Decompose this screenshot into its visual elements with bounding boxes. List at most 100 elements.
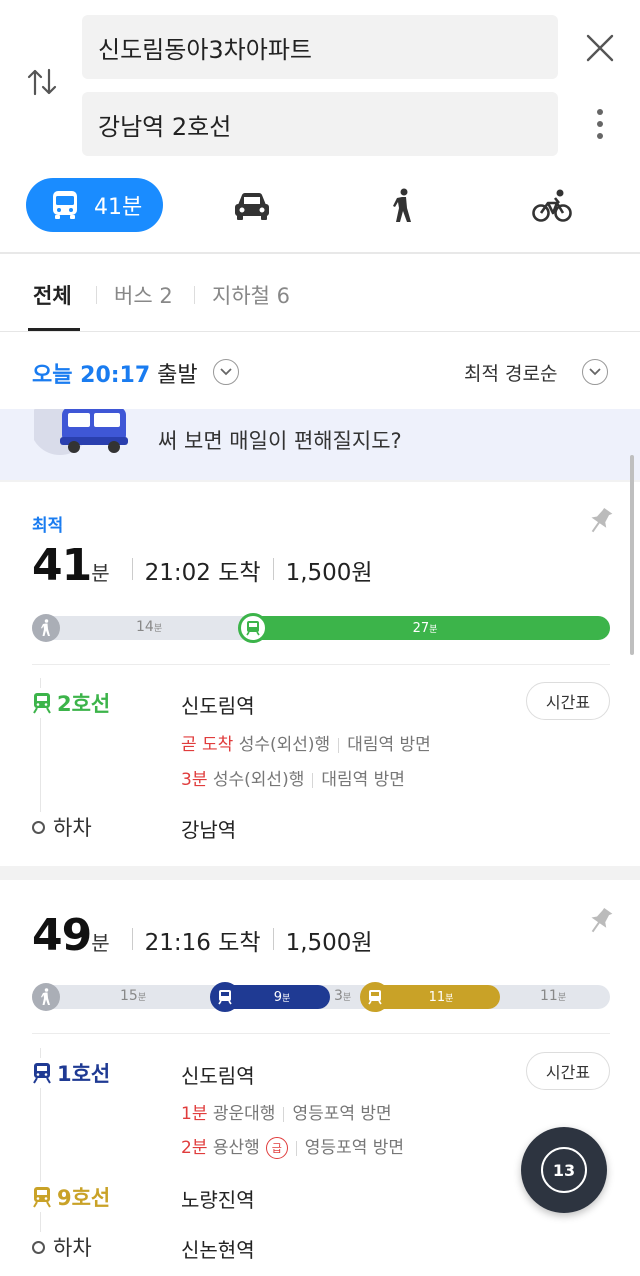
total-minutes: 49	[32, 910, 92, 961]
close-button[interactable]	[580, 28, 620, 68]
swap-locations-button[interactable]	[20, 60, 64, 104]
direction: 용산행	[212, 1138, 260, 1158]
walk-duration: 14분	[136, 619, 163, 635]
route-summary: 49 분 21:16 도착 1,500원	[32, 910, 373, 961]
line-name: 9호선	[57, 1186, 111, 1210]
tab-all[interactable]: 전체	[33, 280, 72, 310]
departure-options: 오늘 20:17 출발 최적 경로순	[0, 333, 640, 409]
segment-duration: 27분	[412, 620, 438, 636]
towards: 영등포역 방면	[292, 1104, 392, 1124]
timetable-button[interactable]: 시간표	[526, 682, 610, 720]
departure-suffix: 출발	[157, 363, 198, 388]
eta: 2분	[181, 1138, 208, 1158]
alight-label: 하차	[53, 816, 92, 840]
line-name: 2호선	[57, 692, 111, 716]
arrival-time: 21:02 도착	[144, 560, 261, 586]
destination-field[interactable]: 강남역 2호선	[82, 92, 558, 156]
eta: 1분	[181, 1104, 208, 1124]
section-divider	[0, 866, 640, 880]
minutes-unit: 분	[91, 561, 110, 585]
origin-field[interactable]: 신도림동아3차아파트	[82, 15, 558, 79]
towards: 대림역 방면	[347, 735, 431, 755]
promo-banner[interactable]: 써 보면 매일이 편해질지도?	[0, 409, 640, 480]
bicycle-icon	[532, 189, 572, 222]
pin-icon[interactable]	[586, 506, 614, 536]
transit-duration: 41분	[94, 195, 143, 220]
banner-text: 써 보면 매일이 편해질지도?	[158, 429, 402, 453]
towards: 영등포역 방면	[304, 1138, 405, 1158]
car-icon	[235, 193, 269, 220]
mode-bike-tab[interactable]	[530, 184, 574, 228]
close-icon	[586, 34, 614, 62]
transfer-station: 노량진역	[181, 1188, 255, 1212]
subway-segment-line2: 27분	[240, 616, 610, 640]
fare: 1,500원	[285, 560, 373, 586]
subway-line-badge: 1호선	[32, 1058, 111, 1088]
boarding-station: 신도림역	[181, 694, 255, 718]
route-filter-tabs: 전체 버스 2 지하철 6	[0, 254, 640, 332]
tab-divider	[96, 286, 97, 304]
mode-car-tab[interactable]	[230, 184, 274, 228]
timetable-button[interactable]: 시간표	[526, 1052, 610, 1090]
minutes-unit: 분	[91, 931, 110, 955]
line-name: 1호선	[57, 1062, 111, 1086]
tab-subway[interactable]: 지하철 6	[212, 280, 290, 310]
refresh-arrival-button[interactable]: 13	[521, 1127, 607, 1213]
summary-divider	[272, 928, 274, 950]
refresh-countdown-icon: 13	[541, 1147, 587, 1193]
route-card[interactable]: 49 분 21:16 도착 1,500원 15분 9분 3분 11분 11분 1…	[0, 880, 640, 1276]
tab-bus[interactable]: 버스 2	[114, 280, 173, 310]
chevron-down-icon[interactable]	[213, 359, 239, 385]
towards: 대림역 방면	[321, 770, 405, 790]
subway-segment-icon	[238, 613, 268, 643]
alight-station: 신논현역	[181, 1238, 255, 1262]
eta: 곧 도착	[181, 735, 234, 755]
pin-icon[interactable]	[586, 906, 614, 936]
walk-duration: 15분	[120, 988, 147, 1004]
summary-divider	[272, 558, 274, 580]
route-timeline-bar: 14분 27분	[32, 613, 610, 643]
eta: 3분	[181, 770, 208, 790]
subway-icon	[33, 693, 51, 714]
segment-duration: 11분	[428, 989, 454, 1005]
direction: 성수(외선)행	[212, 770, 305, 790]
walk-segment-icon	[32, 614, 60, 642]
sort-selector[interactable]: 최적 경로순	[464, 359, 557, 386]
tab-divider	[194, 286, 195, 304]
summary-divider	[131, 928, 133, 950]
departure-time-selector[interactable]: 오늘 20:17 출발	[32, 357, 198, 389]
arrival-info: 1분 광운대행 영등포역 방면	[181, 1099, 392, 1124]
arrival-time: 21:16 도착	[144, 930, 261, 956]
route-timeline-bar: 15분 9분 3분 11분 11분	[32, 982, 610, 1012]
chevron-down-icon[interactable]	[582, 359, 608, 385]
subway-line-badge: 2호선	[32, 688, 111, 718]
arrival-info: 3분 성수(외선)행 대림역 방면	[181, 765, 405, 790]
subway-line-badge: 9호선	[32, 1182, 111, 1212]
active-tab-indicator	[28, 328, 80, 331]
more-vertical-icon	[597, 109, 603, 139]
alight-marker: 하차	[32, 1232, 92, 1262]
mode-transit-tab[interactable]: 41분	[26, 178, 163, 232]
card-divider	[32, 1033, 610, 1034]
fare: 1,500원	[285, 930, 373, 956]
walk-segment-icon	[32, 983, 60, 1011]
direction: 성수(외선)행	[238, 735, 331, 755]
direction: 광운대행	[212, 1104, 276, 1124]
bus-illustration-icon	[34, 409, 128, 455]
alight-station: 강남역	[181, 818, 237, 842]
refresh-countdown: 13	[552, 1160, 576, 1180]
boarding-station: 신도림역	[181, 1064, 255, 1088]
arrival-info: 2분 용산행 급 영등포역 방면	[181, 1133, 404, 1159]
subway-segment-icon	[210, 982, 240, 1012]
more-options-button[interactable]	[585, 104, 615, 144]
route-card[interactable]: 최적 41 분 21:02 도착 1,500원 14분 27분 2호선 신도림역…	[0, 482, 640, 866]
route-search-header: 신도림동아3차아파트 강남역 2호선 41분	[0, 0, 640, 252]
express-badge: 급	[265, 1137, 288, 1159]
segment-duration: 9분	[273, 989, 291, 1005]
alight-dot-icon	[32, 1240, 45, 1254]
scrollbar[interactable]	[630, 455, 634, 655]
departure-time: 오늘 20:17	[32, 363, 151, 388]
subway-icon	[33, 1063, 51, 1084]
alight-marker: 하차	[32, 812, 92, 842]
mode-walk-tab[interactable]	[381, 184, 425, 228]
